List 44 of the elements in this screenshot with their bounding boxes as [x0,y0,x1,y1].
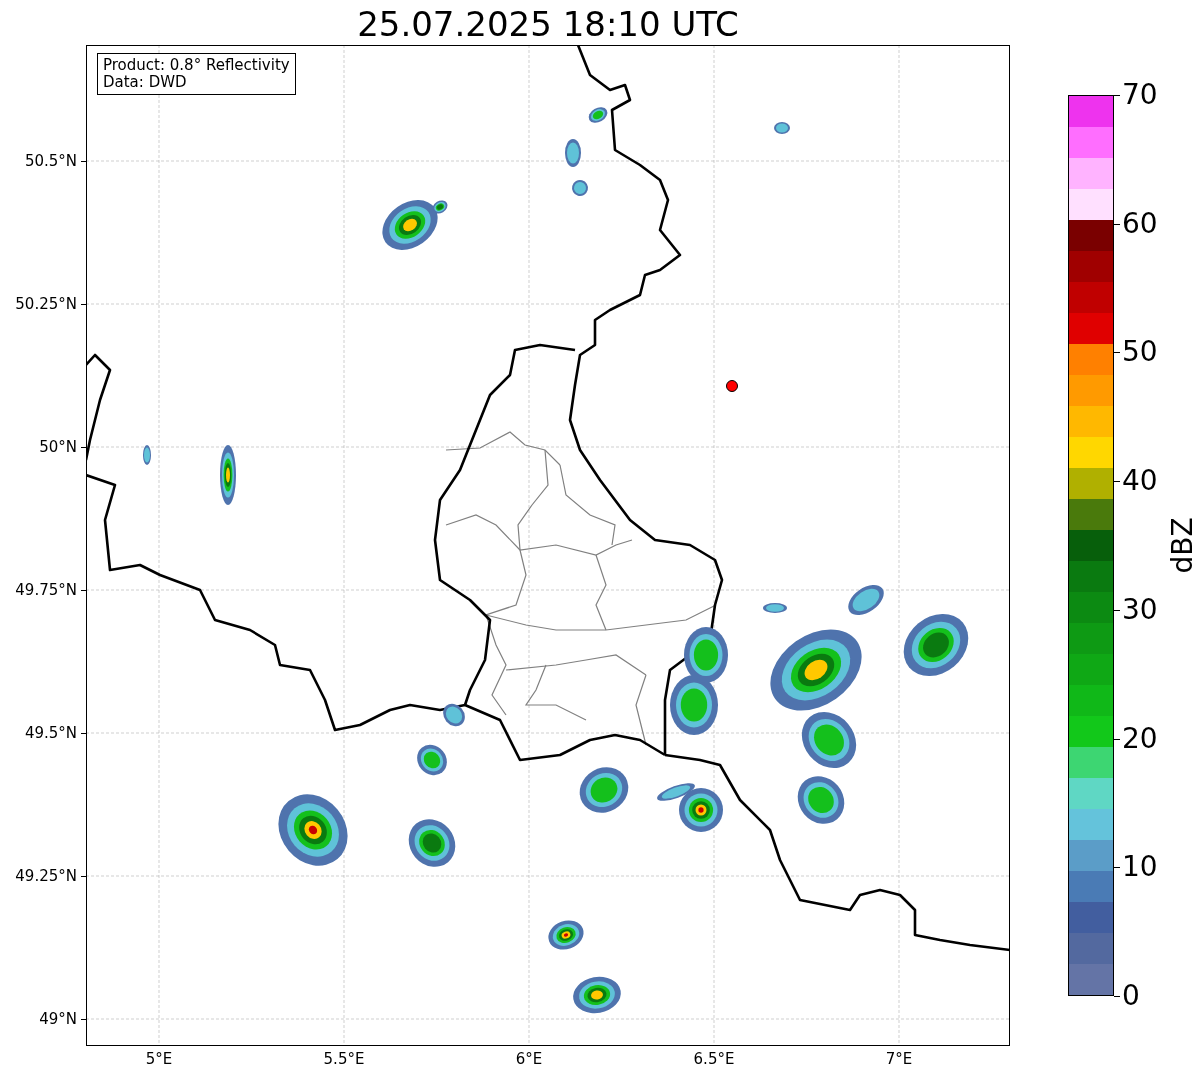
radar-echo [763,603,787,613]
axis-tick-label: 49.75°N [15,581,77,599]
radar-echo [573,976,621,1014]
radar-echo [848,584,884,616]
colorbar-tick-label: 70 [1122,81,1158,109]
axis-tick-label: 6.5°E [693,1050,735,1068]
location-marker [726,380,738,392]
axis-tick-label: 49.25°N [15,867,77,885]
radar-echo [408,819,456,867]
radar-echo [565,139,581,167]
radar-echo [588,107,608,123]
radar-echo [774,122,790,134]
radar-echo [572,180,588,196]
chart-title: 25.07.2025 18:10 UTC [356,2,740,45]
colorbar-tick-label: 30 [1122,595,1158,624]
radar-echo [670,675,718,735]
axis-tick-label: 5°E [145,1050,173,1068]
colorbar-tick-label: 10 [1122,853,1158,882]
radar-echo [797,776,845,824]
radar-echo [443,703,465,727]
radar-echo [417,744,447,776]
radar-echo [684,627,728,683]
colorbar-tick-label: 20 [1122,724,1158,753]
colorbar-tick-label: 60 [1122,209,1158,238]
axis-tick-label: 5.5°E [323,1050,365,1068]
info-text: Data: DWD [103,74,188,91]
radar-echo [579,767,629,813]
colorbar-label: dBZ [1165,517,1199,574]
radar-echo [220,445,236,505]
colorbar-tick-label: 0 [1122,982,1140,1010]
axis-tick-label: 49°N [39,1010,77,1028]
axis-tick-label: 50.25°N [15,295,77,313]
radar-echo [278,794,348,866]
info-text: Product: 0.8° Reflectivity [103,57,290,74]
colorbar-tick-label: 40 [1122,467,1158,496]
axis-tick-label: 50.5°N [24,152,77,170]
axis-tick-label: 49.5°N [24,724,77,742]
colorbar-tick-label: 50 [1122,338,1158,367]
axis-tick-label: 50°N [39,438,77,456]
radar-echo [548,920,584,950]
axis-tick-label: 6°E [515,1050,543,1068]
radar-echo [903,613,969,677]
axis-tick-label: 7°E [885,1050,913,1068]
radar-echo [143,445,151,465]
